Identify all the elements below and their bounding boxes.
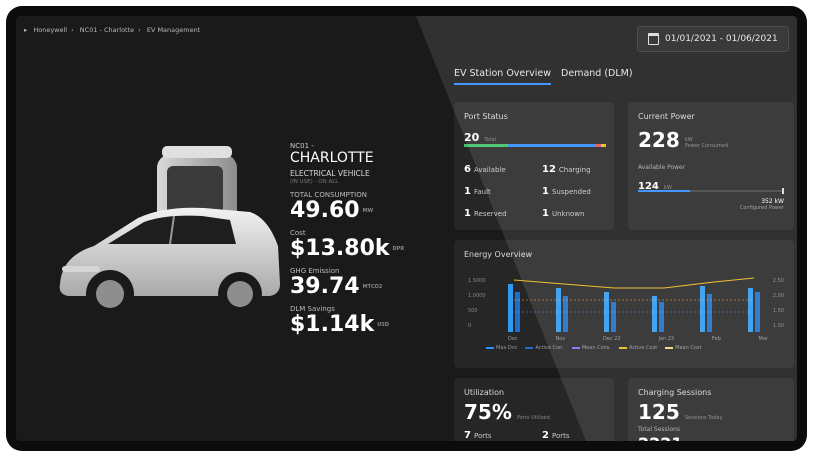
- legend-item: Mean Cons.: [571, 345, 611, 351]
- metric-total-consumption: 49.60 MW: [290, 198, 374, 223]
- breadcrumb-item[interactable]: EV Management: [147, 26, 200, 34]
- legend-item: Mean Cost: [665, 345, 702, 351]
- port-unknown: 1 Unknown: [542, 208, 585, 219]
- energy-bar: [700, 286, 705, 332]
- energy-bar: [556, 288, 561, 332]
- metric-cost: $13.80k DPR: [290, 236, 405, 261]
- utilization-ports: 7 Ports: [464, 430, 492, 441]
- energy-overview-card[interactable]: Energy Overview 1.5000 1.0000 500 0 2.50 2.0…: [454, 240, 794, 368]
- x-axis: Dec Nov Dec 22 Jan 23 Feb Mar: [508, 336, 768, 342]
- dashboard-screen: ▸ Honeywell › NC01 - Charlotte › EV Manage…: [16, 16, 797, 441]
- breadcrumb-item[interactable]: NC01 - Charlotte: [80, 26, 134, 34]
- available-power-label: Available Power: [638, 164, 686, 171]
- legend-item: Max Dvc: [486, 345, 517, 351]
- station-code: NC01 -: [290, 142, 314, 150]
- charging-sessions-card[interactable]: Charging Sessions 125 Sessions Today Tot…: [628, 378, 794, 441]
- port-status-bar: [464, 144, 606, 147]
- utilization-ports-alt: 2 Ports: [542, 430, 570, 441]
- tab-ev-station-overview[interactable]: EV Station Overview: [454, 68, 552, 85]
- y-axis-right: 2.50 2.00 1.50 1.00: [772, 278, 784, 329]
- port-fault: 1 Fault: [464, 186, 491, 197]
- station-subtype: (IN USE) - ON ALL: [290, 179, 339, 185]
- legend-item: Active Con.: [525, 345, 564, 351]
- energy-bar: [755, 292, 760, 332]
- energy-bar: [748, 288, 753, 332]
- port-status-card[interactable]: Port Status 20 Total 6 Available 12 Chargi…: [454, 102, 614, 230]
- utilization-card[interactable]: Utilization 75% Ports Utilized 7 Ports 2P…: [454, 378, 614, 441]
- tab-demand-dlm[interactable]: Demand (DLM): [561, 68, 633, 85]
- breadcrumb-item[interactable]: Honeywell: [33, 26, 67, 34]
- date-range-value: 01/01/2021 - 01/06/2021: [665, 34, 778, 44]
- date-range-picker[interactable]: 01/01/2021 - 01/06/2021: [637, 26, 789, 52]
- metric-dlm-savings: $1.14k USD: [290, 312, 390, 337]
- car-icon: [59, 207, 280, 318]
- sessions-value: 125 Sessions Today: [638, 400, 723, 424]
- port-total: 20 Total: [464, 131, 497, 144]
- current-power-card[interactable]: Current Power 228 kW Power Consumed Avail…: [628, 102, 794, 230]
- y-axis-left: 1.5000 1.0000 500 0: [468, 278, 486, 329]
- device-frame: ▸ Honeywell › NC01 - Charlotte › EV Manage…: [6, 6, 807, 451]
- energy-bar: [563, 296, 568, 332]
- power-gauge-bar: [638, 188, 784, 194]
- port-suspended: 1 Suspended: [542, 186, 591, 197]
- chart-legend: Max Dvc Active Con. Mean Cons. Active Co…: [486, 345, 702, 351]
- card-title: Port Status: [464, 112, 508, 121]
- metric-ghg-emission: 39.74 MTCO2: [290, 274, 383, 299]
- configured-power: 352 kW Configured Power: [739, 198, 784, 211]
- card-title: Current Power: [638, 112, 695, 121]
- port-charging: 12 Charging: [542, 164, 591, 175]
- energy-bar: [659, 302, 664, 332]
- tab-bar: EV Station Overview Demand (DLM): [454, 68, 633, 85]
- station-type: ELECTRICAL VEHICLE: [290, 169, 370, 178]
- breadcrumb-arrow-icon: ▸: [24, 26, 28, 34]
- energy-bar: [652, 296, 657, 332]
- station-stats: NC01 - CHARLOTTE ELECTRICAL VEHICLE (IN …: [290, 142, 420, 337]
- ev-car-illustration: [59, 146, 280, 318]
- station-name: CHARLOTTE: [290, 150, 374, 166]
- energy-bar: [611, 302, 616, 332]
- port-reserved: 1 Reserved: [464, 208, 507, 219]
- card-title: Utilization: [464, 388, 505, 397]
- legend-item: Active Cost: [619, 345, 657, 351]
- utilization-value: 75% Ports Utilized: [464, 400, 550, 424]
- breadcrumb: ▸ Honeywell › NC01 - Charlotte › EV Manage…: [24, 26, 201, 34]
- total-sessions-value: 2221: [638, 434, 683, 441]
- power-consumed: 228 kW Power Consumed: [638, 128, 729, 152]
- card-title: Charging Sessions: [638, 388, 712, 397]
- total-sessions-label: Total Sessions: [638, 426, 680, 433]
- calendar-icon: [648, 33, 659, 45]
- energy-bar: [508, 284, 513, 332]
- port-available: 6 Available: [464, 164, 506, 175]
